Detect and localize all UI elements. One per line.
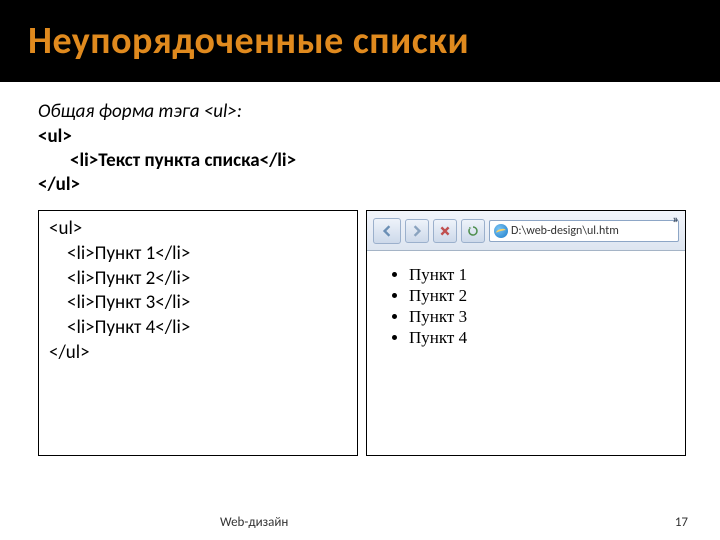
- slide-content: Общая форма тэга <ul>: <ul> <li>Текст пу…: [0, 82, 720, 456]
- general-code-block: <ul> <li>Текст пункта списка</li> </ul>: [38, 125, 692, 196]
- code-line: <ul>: [49, 217, 347, 242]
- footer: Web-дизайн 17: [0, 515, 720, 530]
- slide-title: Неупорядоченные списки: [28, 18, 469, 64]
- address-text: D:\web-design\ul.htm: [511, 224, 619, 238]
- code-line: </ul>: [38, 173, 80, 196]
- code-line: <li>Текст пункта списка</li>: [38, 149, 692, 173]
- browser-toolbar: D:\web-design\ul.htm »: [367, 211, 685, 251]
- intro-text: Общая форма тэга <ul>:: [38, 100, 692, 123]
- title-bar: Неупорядоченные списки: [0, 0, 720, 82]
- ie-icon: [494, 224, 508, 238]
- list-item: Пункт 3: [409, 307, 671, 327]
- refresh-icon: [467, 225, 479, 237]
- list-item: Пункт 1: [409, 265, 671, 285]
- example-row: <ul> <li>Пункт 1</li> <li>Пункт 2</li> <…: [38, 210, 692, 456]
- arrow-right-icon: [411, 225, 423, 237]
- code-line: </ul>: [49, 341, 347, 366]
- code-line: <li>Пункт 4</li>: [49, 316, 347, 341]
- list-item: Пункт 4: [409, 328, 671, 348]
- code-line: <li>Пункт 3</li>: [49, 291, 347, 316]
- browser-preview: D:\web-design\ul.htm » Пункт 1 Пункт 2 П…: [366, 210, 686, 456]
- arrow-left-icon: [381, 225, 393, 237]
- code-line: <li>Пункт 2</li>: [49, 267, 347, 292]
- footer-label: Web-дизайн: [220, 515, 288, 530]
- code-line: <ul>: [38, 125, 72, 148]
- chevrons-icon[interactable]: »: [673, 213, 679, 227]
- example-code-box: <ul> <li>Пункт 1</li> <li>Пункт 2</li> <…: [38, 210, 358, 456]
- x-icon: [439, 225, 451, 237]
- refresh-button[interactable]: [461, 219, 485, 243]
- forward-button[interactable]: [405, 219, 429, 243]
- stop-button[interactable]: [433, 219, 457, 243]
- back-button[interactable]: [373, 218, 401, 244]
- browser-body: Пункт 1 Пункт 2 Пункт 3 Пункт 4: [367, 251, 685, 455]
- list-item: Пункт 2: [409, 286, 671, 306]
- address-bar[interactable]: D:\web-design\ul.htm: [489, 220, 679, 242]
- page-number: 17: [675, 515, 688, 530]
- code-line: <li>Пункт 1</li>: [49, 242, 347, 267]
- rendered-list: Пункт 1 Пункт 2 Пункт 3 Пункт 4: [381, 265, 671, 348]
